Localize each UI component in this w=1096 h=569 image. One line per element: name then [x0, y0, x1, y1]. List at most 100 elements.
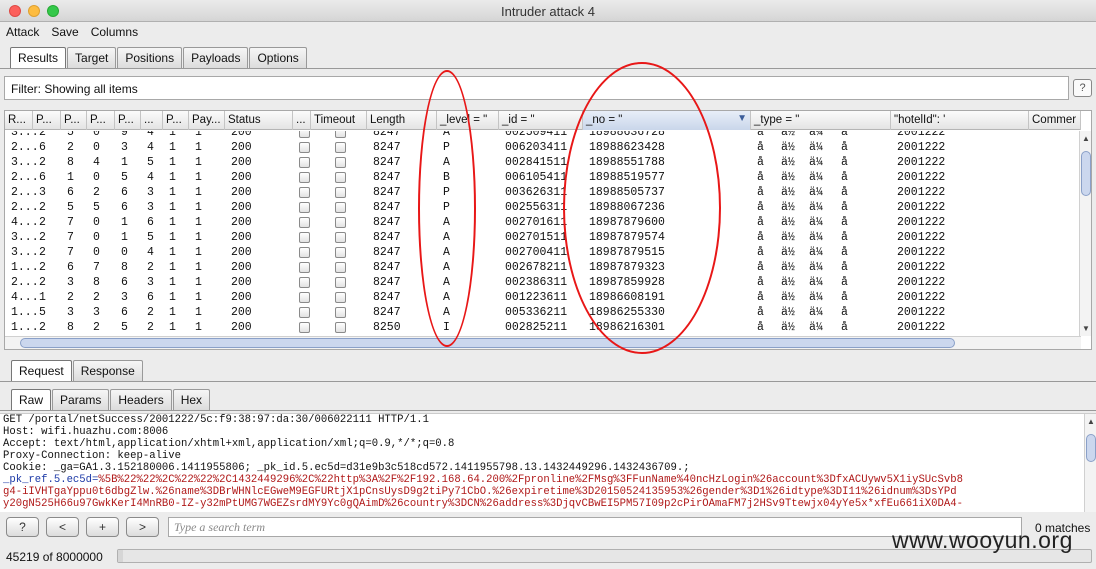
- tab-raw[interactable]: Raw: [11, 389, 52, 410]
- tab-headers[interactable]: Headers: [110, 389, 172, 410]
- table-row[interactable]: 2... 6 2 0 3 4 1 1 200 8247 P 006203411 18988623428 å…: [5, 140, 1081, 155]
- column-header-blank[interactable]: ...: [141, 111, 163, 130]
- raw-request-editor[interactable]: GET /portal/netSuccess/2001222/5c:f9:38:…: [0, 413, 1096, 512]
- column-header-hotelid[interactable]: "hotelId": ': [891, 111, 1029, 130]
- cell-p4: 0: [121, 246, 128, 259]
- column-header-timeout[interactable]: Timeout: [311, 111, 367, 130]
- column-header-id[interactable]: _id = ": [499, 111, 583, 130]
- request-vertical-scrollbar[interactable]: ▲: [1084, 414, 1096, 512]
- request-line: Host: wifi.huazhu.com:8006: [3, 426, 169, 438]
- error-checkbox[interactable]: [299, 217, 310, 228]
- scroll-down-arrow-icon[interactable]: ▼: [1082, 324, 1090, 333]
- menu-columns[interactable]: Columns: [91, 25, 138, 39]
- table-row[interactable]: 1... 2 8 2 5 2 1 1 200 8250 I 002825211 18986216301 å…: [5, 320, 1081, 335]
- request-scroll-thumb[interactable]: [1086, 434, 1096, 462]
- search-previous-button[interactable]: <: [46, 517, 79, 537]
- error-checkbox[interactable]: [299, 277, 310, 288]
- table-vertical-scrollbar[interactable]: ▲ ▼: [1079, 131, 1091, 336]
- request-scroll-up-icon[interactable]: ▲: [1087, 417, 1095, 426]
- timeout-checkbox[interactable]: [335, 142, 346, 153]
- column-header-p4[interactable]: P...: [115, 111, 141, 130]
- column-header-comment[interactable]: Commer: [1029, 111, 1081, 130]
- table-vertical-scroll-thumb[interactable]: [1081, 151, 1091, 196]
- column-header-no[interactable]: _no = " ▼: [583, 111, 751, 130]
- column-header-status[interactable]: Status: [225, 111, 293, 130]
- cell-type-4: å: [841, 261, 848, 274]
- column-header-p5[interactable]: P...: [163, 111, 189, 130]
- menu-bar: Attack Save Columns: [0, 22, 1096, 42]
- table-row[interactable]: 3... 2 5 0 9 4 1 1 200 8247 A 002509411 18988636728 å…: [5, 131, 1081, 140]
- tab-results[interactable]: Results: [10, 47, 67, 68]
- column-header-payload[interactable]: Pay...: [189, 111, 225, 130]
- tab-target[interactable]: Target: [67, 47, 117, 68]
- tab-options[interactable]: Options: [249, 47, 307, 68]
- tab-payloads[interactable]: Payloads: [183, 47, 249, 68]
- cell-id: 002556311: [505, 201, 568, 214]
- tab-params[interactable]: Params: [52, 389, 110, 410]
- search-next-button[interactable]: >: [126, 517, 159, 537]
- error-checkbox[interactable]: [299, 262, 310, 273]
- timeout-checkbox[interactable]: [335, 262, 346, 273]
- timeout-checkbox[interactable]: [335, 232, 346, 243]
- table-row[interactable]: 2... 3 6 2 6 3 1 1 200 8247 P 003626311 18988505737 å…: [5, 185, 1081, 200]
- cell-type-2: ä½: [781, 131, 795, 139]
- menu-save[interactable]: Save: [51, 25, 78, 39]
- timeout-checkbox[interactable]: [335, 217, 346, 228]
- timeout-checkbox[interactable]: [335, 292, 346, 303]
- table-row[interactable]: 2... 6 1 0 5 4 1 1 200 8247 B 006105411 18988519577 å…: [5, 170, 1081, 185]
- menu-attack[interactable]: Attack: [6, 25, 39, 39]
- table-row[interactable]: 1... 2 6 7 8 2 1 1 200 8247 A 002678211 18987879323 å…: [5, 260, 1081, 275]
- search-help-button[interactable]: ?: [6, 517, 39, 537]
- timeout-checkbox[interactable]: [335, 322, 346, 333]
- cell-p1: 2: [39, 156, 46, 169]
- error-checkbox[interactable]: [299, 172, 310, 183]
- column-header-r[interactable]: R...: [5, 111, 33, 130]
- table-horizontal-scroll-thumb[interactable]: [20, 338, 955, 348]
- table-row[interactable]: 4... 1 2 2 3 6 1 1 200 8247 A 001223611 18986608191 å…: [5, 290, 1081, 305]
- column-header-p1[interactable]: P...: [33, 111, 61, 130]
- table-row[interactable]: 2... 2 3 8 6 3 1 1 200 8247 A 002386311 18987859928 å…: [5, 275, 1081, 290]
- scroll-up-arrow-icon[interactable]: ▲: [1082, 134, 1090, 143]
- table-row[interactable]: 1... 5 3 3 6 2 1 1 200 8247 A 005336211 18986255330 å…: [5, 305, 1081, 320]
- cell-level: A: [443, 131, 450, 139]
- table-row[interactable]: 2... 2 5 5 6 3 1 1 200 8247 P 002556311 18988067236 å…: [5, 200, 1081, 215]
- timeout-checkbox[interactable]: [335, 157, 346, 168]
- error-checkbox[interactable]: [299, 292, 310, 303]
- table-row[interactable]: 4... 2 7 0 1 6 1 1 200 8247 A 002701611 18987879600 å…: [5, 215, 1081, 230]
- error-checkbox[interactable]: [299, 307, 310, 318]
- error-checkbox[interactable]: [299, 187, 310, 198]
- tab-request[interactable]: Request: [11, 360, 72, 381]
- column-header-type[interactable]: _type = ": [751, 111, 891, 130]
- timeout-checkbox[interactable]: [335, 307, 346, 318]
- timeout-checkbox[interactable]: [335, 172, 346, 183]
- tab-response[interactable]: Response: [72, 360, 143, 381]
- column-header-error[interactable]: ...: [293, 111, 311, 130]
- cell-type-1: å: [757, 246, 764, 259]
- error-checkbox[interactable]: [299, 232, 310, 243]
- cell-type-1: å: [757, 201, 764, 214]
- error-checkbox[interactable]: [299, 142, 310, 153]
- column-header-length[interactable]: Length: [367, 111, 437, 130]
- column-header-p2[interactable]: P...: [61, 111, 87, 130]
- filter-bar[interactable]: Filter: Showing all items: [4, 76, 1069, 100]
- timeout-checkbox[interactable]: [335, 187, 346, 198]
- timeout-checkbox[interactable]: [335, 202, 346, 213]
- error-checkbox[interactable]: [299, 247, 310, 258]
- timeout-checkbox[interactable]: [335, 247, 346, 258]
- error-checkbox[interactable]: [299, 202, 310, 213]
- error-checkbox[interactable]: [299, 131, 310, 138]
- tab-hex[interactable]: Hex: [172, 389, 211, 410]
- table-row[interactable]: 3... 2 7 0 1 5 1 1 200 8247 A 002701511 18987879574 å…: [5, 230, 1081, 245]
- column-header-level[interactable]: _level = ": [437, 111, 499, 130]
- table-row[interactable]: 3... 2 7 0 0 4 1 1 200 8247 A 002700411 18987879515 å…: [5, 245, 1081, 260]
- error-checkbox[interactable]: [299, 322, 310, 333]
- column-header-p3[interactable]: P...: [87, 111, 115, 130]
- search-options-button[interactable]: +: [86, 517, 119, 537]
- table-row[interactable]: 3... 2 8 4 1 5 1 1 200 8247 A 002841511 18988551788 å…: [5, 155, 1081, 170]
- error-checkbox[interactable]: [299, 157, 310, 168]
- timeout-checkbox[interactable]: [335, 277, 346, 288]
- timeout-checkbox[interactable]: [335, 131, 346, 138]
- filter-help-button[interactable]: ?: [1073, 79, 1092, 97]
- tab-positions[interactable]: Positions: [117, 47, 183, 68]
- table-horizontal-scrollbar[interactable]: [5, 336, 1081, 349]
